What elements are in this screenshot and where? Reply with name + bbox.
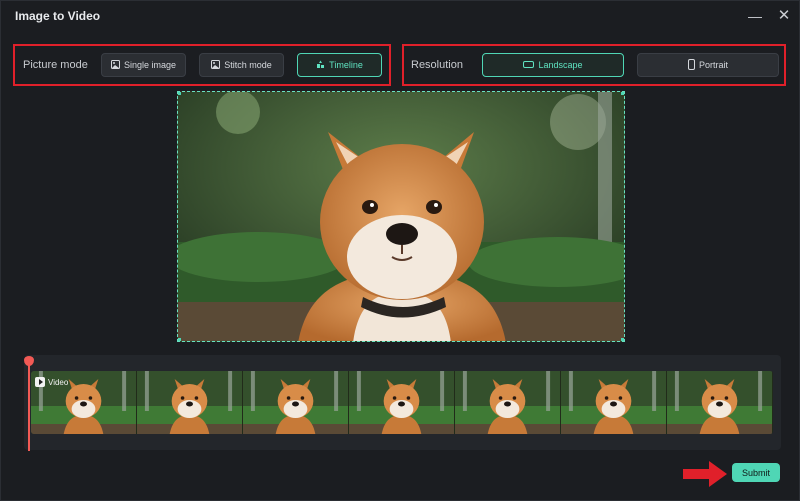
picture-mode-label: Picture mode <box>23 59 88 71</box>
image-to-video-window: Image to Video — ✕ Picture mode Single i… <box>0 0 800 501</box>
image-preview[interactable] <box>177 91 625 342</box>
close-icon[interactable]: ✕ <box>774 6 794 26</box>
resize-handle-top-right[interactable] <box>621 92 624 95</box>
timeline-frame-thumbnail <box>137 371 243 434</box>
resize-handle-bottom-left[interactable] <box>178 338 181 341</box>
portrait-button[interactable]: Portrait <box>637 53 779 77</box>
timeline-frame-thumbnail <box>349 371 455 434</box>
window-title: Image to Video <box>15 9 101 23</box>
video-clip[interactable] <box>31 371 773 434</box>
title-bar: Image to Video — ✕ <box>1 1 800 31</box>
clip-label-text: Video <box>48 377 69 387</box>
timeline-frame-thumbnail <box>561 371 667 434</box>
stitch-mode-label: Stitch mode <box>224 60 272 70</box>
annotation-arrow-icon <box>683 461 727 487</box>
timeline-icon <box>316 60 325 71</box>
timeline-frame-thumbnail <box>243 371 349 434</box>
dog-photo <box>178 92 624 341</box>
portrait-icon <box>687 58 695 72</box>
timeline-frame-thumbnail <box>667 371 773 434</box>
timeline-mode-button[interactable]: Timeline <box>297 53 382 77</box>
timeline-mode-label: Timeline <box>329 60 363 70</box>
image-icon <box>110 59 120 71</box>
play-icon <box>35 377 45 387</box>
resize-handle-bottom-right[interactable] <box>621 338 624 341</box>
landscape-button[interactable]: Landscape <box>482 53 624 77</box>
stitch-mode-button[interactable]: Stitch mode <box>199 53 284 77</box>
submit-button[interactable]: Submit <box>732 463 780 482</box>
single-image-label: Single image <box>123 60 177 70</box>
resize-handle-top-left[interactable] <box>178 92 181 95</box>
landscape-icon <box>523 60 535 70</box>
clip-label: Video <box>35 377 68 387</box>
timeline-frame-thumbnail <box>455 371 561 434</box>
portrait-label: Portrait <box>698 60 728 70</box>
minimize-icon[interactable]: — <box>745 6 765 26</box>
image-icon <box>211 59 221 71</box>
landscape-label: Landscape <box>538 60 583 70</box>
playhead-line[interactable] <box>28 363 30 451</box>
single-image-button[interactable]: Single image <box>101 53 186 77</box>
resolution-label: Resolution <box>411 59 463 71</box>
